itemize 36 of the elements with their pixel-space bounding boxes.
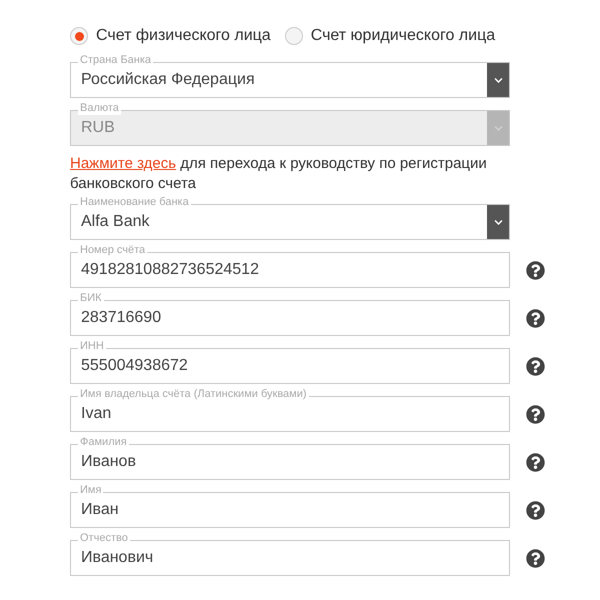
input-field[interactable]: Иванович	[70, 540, 510, 576]
field-label: Имя владельца счёта (Латинскими буквами)	[78, 387, 309, 401]
chevron-down-icon	[494, 124, 502, 132]
help-icon[interactable]	[526, 452, 545, 472]
field-label: Валюта	[78, 101, 121, 115]
chevron-down-icon	[494, 76, 502, 84]
field-label: Номер счёта	[78, 243, 148, 257]
radio-option[interactable]: Счет физического лица	[70, 24, 271, 48]
field-value: Российская Федерация	[80, 70, 256, 90]
help-icon[interactable]	[526, 260, 545, 280]
field-value: Иванович	[80, 548, 154, 568]
field-value: RUB	[80, 118, 116, 138]
guide-text: Нажмите здесь для перехода к руководству по регистрации банковского счета	[70, 154, 488, 194]
field-value: 555004938672	[80, 356, 189, 376]
help-icon[interactable]	[526, 548, 545, 568]
help-icon[interactable]	[526, 356, 545, 376]
field-value: 49182810882736524512	[80, 260, 260, 280]
field-label: Страна Банка	[78, 53, 154, 67]
dropdown-toggle[interactable]	[487, 205, 509, 239]
radio-option[interactable]: Счет юридического лица	[284, 24, 496, 48]
field-value: Иванов	[80, 452, 137, 472]
field-value: Иван	[80, 500, 120, 520]
field-value: 283716690	[80, 308, 162, 328]
input-field[interactable]: 283716690	[70, 300, 510, 336]
guide-link[interactable]: Нажмите здесь	[70, 155, 176, 172]
input-field[interactable]: Иван	[70, 492, 510, 528]
help-icon[interactable]	[526, 500, 545, 520]
input-field[interactable]: 555004938672	[70, 348, 510, 384]
help-icon[interactable]	[526, 308, 545, 328]
field-value: Ivan	[80, 404, 112, 424]
help-icon[interactable]	[526, 404, 545, 424]
field-value: Alfa Bank	[80, 212, 150, 232]
input-field[interactable]: Иванов	[70, 444, 510, 480]
select-field[interactable]: Alfa Bank	[70, 204, 510, 240]
chevron-down-icon	[494, 218, 502, 226]
dropdown-toggle[interactable]	[487, 63, 509, 97]
